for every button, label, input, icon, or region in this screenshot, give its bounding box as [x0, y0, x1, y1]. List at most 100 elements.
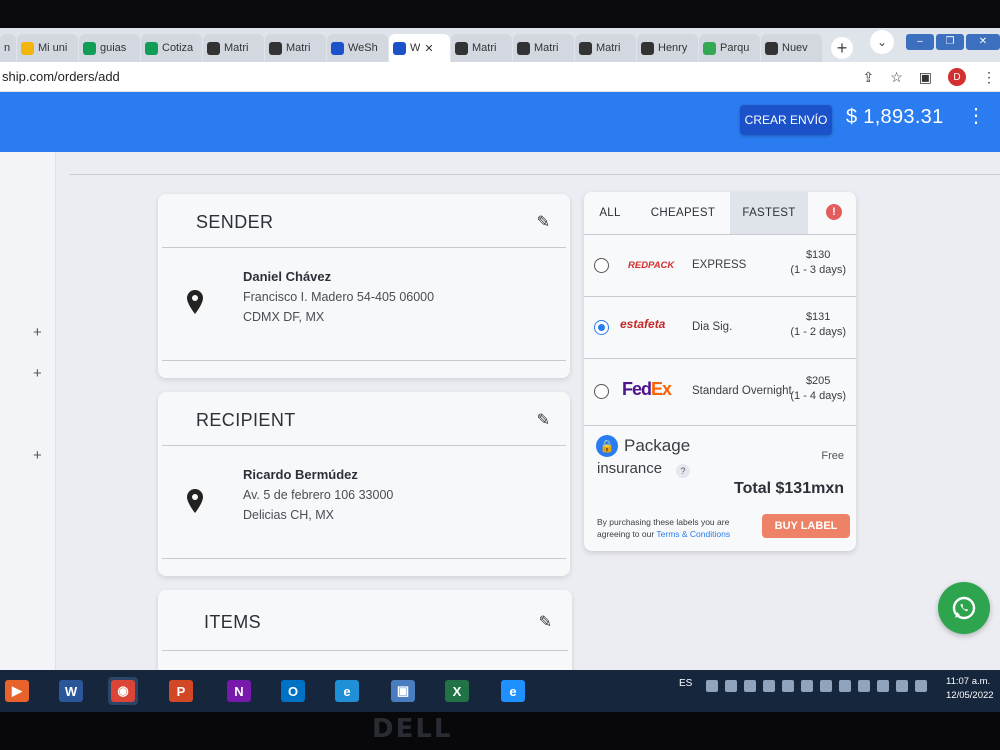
- browser-tab[interactable]: Matri: [203, 34, 264, 62]
- browser-tab[interactable]: Parqu: [699, 34, 760, 62]
- tab-title: Matri: [534, 42, 559, 54]
- input-language[interactable]: ES: [679, 678, 692, 689]
- taskbar-app-icon[interactable]: O: [278, 677, 308, 705]
- rate-option-estafeta[interactable]: estafeta Dia Sig. $131 (1 - 2 days): [584, 296, 856, 358]
- create-shipment-button[interactable]: CREAR ENVÍO: [740, 105, 832, 135]
- close-window-button[interactable]: ✕: [966, 34, 1000, 50]
- taskbar-app-icon[interactable]: W: [56, 677, 86, 705]
- terms-link[interactable]: Terms & Conditions: [656, 529, 730, 539]
- help-icon[interactable]: ?: [676, 464, 690, 478]
- rate-radio[interactable]: [594, 384, 609, 399]
- sender-title: SENDER: [196, 212, 274, 232]
- warning-icon[interactable]: !: [826, 204, 842, 220]
- buy-label-button[interactable]: BUY LABEL: [762, 514, 850, 538]
- new-tab-button[interactable]: +: [831, 37, 853, 59]
- account-balance: $ 1,893.31: [846, 106, 944, 128]
- taskbar-app-icon[interactable]: ◉: [108, 677, 138, 705]
- rates-panel: ALL CHEAPEST FASTEST ! REDPACK EXPRESS $…: [584, 192, 856, 551]
- tray-icon[interactable]: [820, 680, 832, 692]
- tab-title: Henry: [658, 42, 688, 54]
- app-glyph: X: [445, 680, 469, 702]
- tab-fastest[interactable]: FASTEST: [730, 192, 808, 234]
- globe-icon: [455, 41, 468, 55]
- browser-tab-strip: n Mi uni guias Cotiza Matri Matri WeSh W ✕ Matri M…: [0, 28, 1000, 62]
- side-panel-icon[interactable]: ▣: [919, 69, 932, 86]
- close-tab-icon[interactable]: ✕: [424, 42, 433, 55]
- rate-radio[interactable]: [594, 258, 609, 273]
- edit-pencil-icon[interactable]: ✎: [537, 410, 550, 430]
- edit-pencil-icon[interactable]: ✎: [539, 612, 552, 632]
- rate-option-fedex[interactable]: FedEx Standard Overnight $205 (1 - 4 day…: [584, 358, 856, 425]
- rate-radio-selected[interactable]: [594, 320, 609, 335]
- maximize-button[interactable]: ❐: [936, 34, 964, 50]
- tray-icon[interactable]: [782, 680, 794, 692]
- browser-tab[interactable]: Henry: [637, 34, 698, 62]
- tray-icon[interactable]: [725, 680, 737, 692]
- share-icon[interactable]: ⇪: [862, 69, 874, 86]
- tray-icon[interactable]: [839, 680, 851, 692]
- app-glyph: e: [501, 680, 525, 702]
- window-controls: ⌄ – ❐ ✕: [870, 30, 1000, 54]
- taskbar-app-icon[interactable]: ▣: [388, 677, 418, 705]
- tray-icon[interactable]: [744, 680, 756, 692]
- taskbar-app-icon[interactable]: e: [332, 677, 362, 705]
- edit-pencil-icon[interactable]: ✎: [537, 212, 550, 232]
- tab-cheapest[interactable]: CHEAPEST: [636, 192, 730, 234]
- taskbar-app-icon[interactable]: e: [498, 677, 528, 705]
- tray-icon[interactable]: [706, 680, 718, 692]
- insurance-label-line1: Package: [624, 436, 691, 455]
- tray-icon[interactable]: [858, 680, 870, 692]
- recipient-address-line1: Av. 5 de febrero 106 33000: [243, 488, 394, 502]
- expand-plus-icon[interactable]: +: [33, 324, 42, 341]
- tab-title: Nuev: [782, 42, 808, 54]
- rate-option-redpack[interactable]: REDPACK EXPRESS $130 (1 - 3 days): [584, 234, 856, 296]
- expand-plus-icon[interactable]: +: [33, 365, 42, 382]
- location-pin-icon: [187, 290, 203, 314]
- browser-tab[interactable]: guias: [79, 34, 140, 62]
- network-icon[interactable]: [896, 680, 908, 692]
- tray-icon[interactable]: [877, 680, 889, 692]
- browser-tab[interactable]: Matri: [513, 34, 574, 62]
- expand-plus-icon[interactable]: +: [33, 447, 42, 464]
- address-bar[interactable]: ship.com/orders/add ⇪ ☆ ▣ D ⋮: [0, 62, 1000, 92]
- browser-tab[interactable]: Mi uni: [17, 34, 78, 62]
- rate-service: Dia Sig.: [692, 321, 733, 333]
- browser-tab[interactable]: Nuev: [761, 34, 822, 62]
- browser-menu-icon[interactable]: ⋮: [982, 69, 996, 86]
- tab-all[interactable]: ALL: [584, 192, 636, 234]
- browser-tab[interactable]: W ✕: [389, 34, 450, 62]
- globe-icon: [579, 41, 592, 55]
- tray-icon[interactable]: [763, 680, 775, 692]
- browser-tab[interactable]: Matri: [451, 34, 512, 62]
- bookmark-star-icon[interactable]: ☆: [890, 69, 903, 86]
- dell-logo: DELL: [372, 714, 453, 744]
- profile-avatar[interactable]: D: [948, 68, 966, 86]
- taskbar-app-icon[interactable]: N: [224, 677, 254, 705]
- left-sidebar: + + +: [0, 152, 56, 672]
- whatsapp-chat-button[interactable]: [938, 582, 990, 634]
- browser-tab[interactable]: n: [0, 34, 16, 62]
- rate-filter-tabs: ALL CHEAPEST FASTEST: [584, 192, 856, 234]
- system-tray: [706, 680, 934, 692]
- taskbar-app-icon[interactable]: P: [166, 677, 196, 705]
- volume-icon[interactable]: [915, 680, 927, 692]
- tab-title: Matri: [286, 42, 311, 54]
- taskbar-app-icon[interactable]: X: [442, 677, 472, 705]
- tab-search-button[interactable]: ⌄: [870, 30, 894, 54]
- taskbar-clock[interactable]: 11:07 a.m. 12/05/2022: [946, 675, 994, 703]
- browser-tab[interactable]: Matri: [265, 34, 326, 62]
- tab-title: Matri: [224, 42, 249, 54]
- redpack-logo: REDPACK: [628, 260, 675, 271]
- globe-icon: [207, 41, 220, 55]
- app-glyph: O: [281, 680, 305, 702]
- url-text[interactable]: ship.com/orders/add: [2, 69, 120, 84]
- tab-title: W: [410, 42, 421, 54]
- minimize-button[interactable]: –: [906, 34, 934, 50]
- tab-title: Mi uni: [38, 42, 68, 54]
- browser-tab[interactable]: Matri: [575, 34, 636, 62]
- more-menu-icon[interactable]: ⋮: [966, 106, 986, 126]
- browser-tab[interactable]: WeSh: [327, 34, 388, 62]
- tray-icon[interactable]: [801, 680, 813, 692]
- browser-tab[interactable]: Cotiza: [141, 34, 202, 62]
- taskbar-app-icon[interactable]: ▶: [2, 677, 32, 705]
